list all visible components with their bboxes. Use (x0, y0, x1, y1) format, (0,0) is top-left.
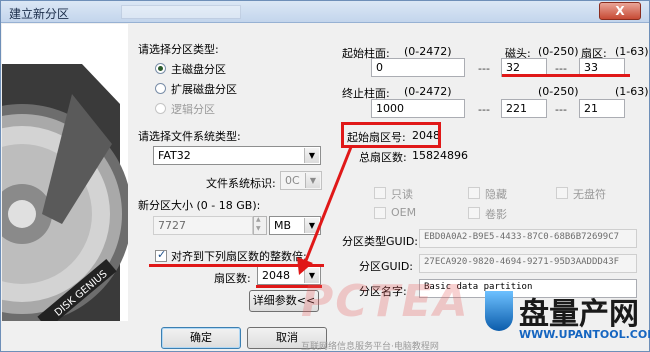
radio-extended-partition[interactable] (155, 83, 166, 94)
fs-type-label: 请选择文件系统类型: (138, 130, 241, 143)
end-head-range: (0-250) (538, 85, 579, 98)
size-input: 7727 (153, 216, 253, 235)
watermark-site: 互联网络信息服务平台·电脑教程网 (301, 342, 439, 352)
partition-guid-label: 分区GUID: (359, 260, 413, 273)
sector-count-value: 2048 (262, 269, 290, 282)
size-label: 新分区大小 (0 - 18 GB): (138, 199, 261, 212)
hidden-checkbox (468, 187, 480, 199)
start-head-range: (0-250) (538, 45, 579, 58)
align-label: 对齐到下列扇区数的整数倍: (171, 250, 307, 263)
fs-id-label: 文件系统标识: (206, 177, 276, 190)
partition-guid-field: 27ECA920-9820-4694-9271-95D3AADDD43F (419, 254, 637, 273)
no-drive-letter-label: 无盘符 (573, 188, 606, 201)
radio-primary-label: 主磁盘分区 (171, 63, 226, 76)
logo-site: WWW.UPANTOOL.COM (519, 328, 650, 341)
end-cylinder-input[interactable]: 1000 (371, 99, 465, 118)
end-dash-1: --- (478, 103, 490, 116)
start-cylinder-range: (0-2472) (404, 45, 452, 58)
hidden-label: 隐藏 (485, 188, 507, 201)
end-dash-2: --- (555, 103, 567, 116)
end-cylinder-range: (0-2472) (404, 85, 452, 98)
shadow-copy-checkbox (468, 207, 480, 219)
logo-name: 盘量产网 (519, 297, 639, 332)
radio-logical-partition (155, 103, 166, 114)
end-head-input[interactable]: 221 (501, 99, 547, 118)
size-unit-value: MB (274, 219, 292, 232)
no-drive-letter-checkbox (556, 187, 568, 199)
window-title: 建立新分区 (9, 7, 70, 21)
site-logo: 盘量产网 WWW.UPANTOOL.COM (485, 291, 650, 347)
title-bar: 建立新分区 X (1, 1, 649, 23)
oem-checkbox (374, 207, 386, 219)
end-sector-range: (1-63) (615, 85, 649, 98)
start-cylinder-input[interactable]: 0 (371, 58, 465, 77)
radio-logical-label: 逻辑分区 (171, 103, 215, 116)
disk-genius-image: DISK GENIUS (2, 24, 128, 321)
type-guid-field: EBD0A0A2-B9E5-4433-87C0-68B6B72699C7 (419, 229, 637, 248)
hard-disk-icon: DISK GENIUS (2, 24, 128, 321)
head-sector-underline (502, 74, 630, 77)
size-spinner (253, 216, 267, 235)
start-dash-1: --- (478, 62, 490, 75)
ok-button[interactable]: 确定 (161, 327, 241, 349)
fs-type-value: FAT32 (158, 149, 191, 162)
shadow-copy-label: 卷影 (485, 208, 507, 221)
radio-extended-label: 扩展磁盘分区 (171, 83, 237, 96)
align-checkbox[interactable] (155, 248, 167, 262)
partition-type-label: 请选择分区类型: (138, 43, 219, 56)
create-partition-dialog: 建立新分区 X DISK GENIUS 请选择分区类型: 主磁盘分区 扩展磁盘分… (0, 0, 650, 352)
readonly-checkbox (374, 187, 386, 199)
watermark: PCTEA (301, 276, 470, 327)
total-sectors-value: 15824896 (412, 149, 468, 162)
sector-count-label: 扇区数: (214, 272, 251, 285)
close-button[interactable]: X (599, 2, 641, 20)
u-disk-icon (485, 291, 513, 331)
end-sector-input[interactable]: 21 (579, 99, 625, 118)
readonly-label: 只读 (391, 188, 413, 201)
total-sectors-label: 总扇区数: (359, 151, 407, 164)
annotation-arrow (297, 146, 353, 275)
oem-label: OEM (391, 206, 417, 219)
start-sector-range: (1-63) (615, 45, 649, 58)
radio-primary-partition[interactable] (155, 63, 166, 74)
background-tabs (121, 5, 241, 19)
